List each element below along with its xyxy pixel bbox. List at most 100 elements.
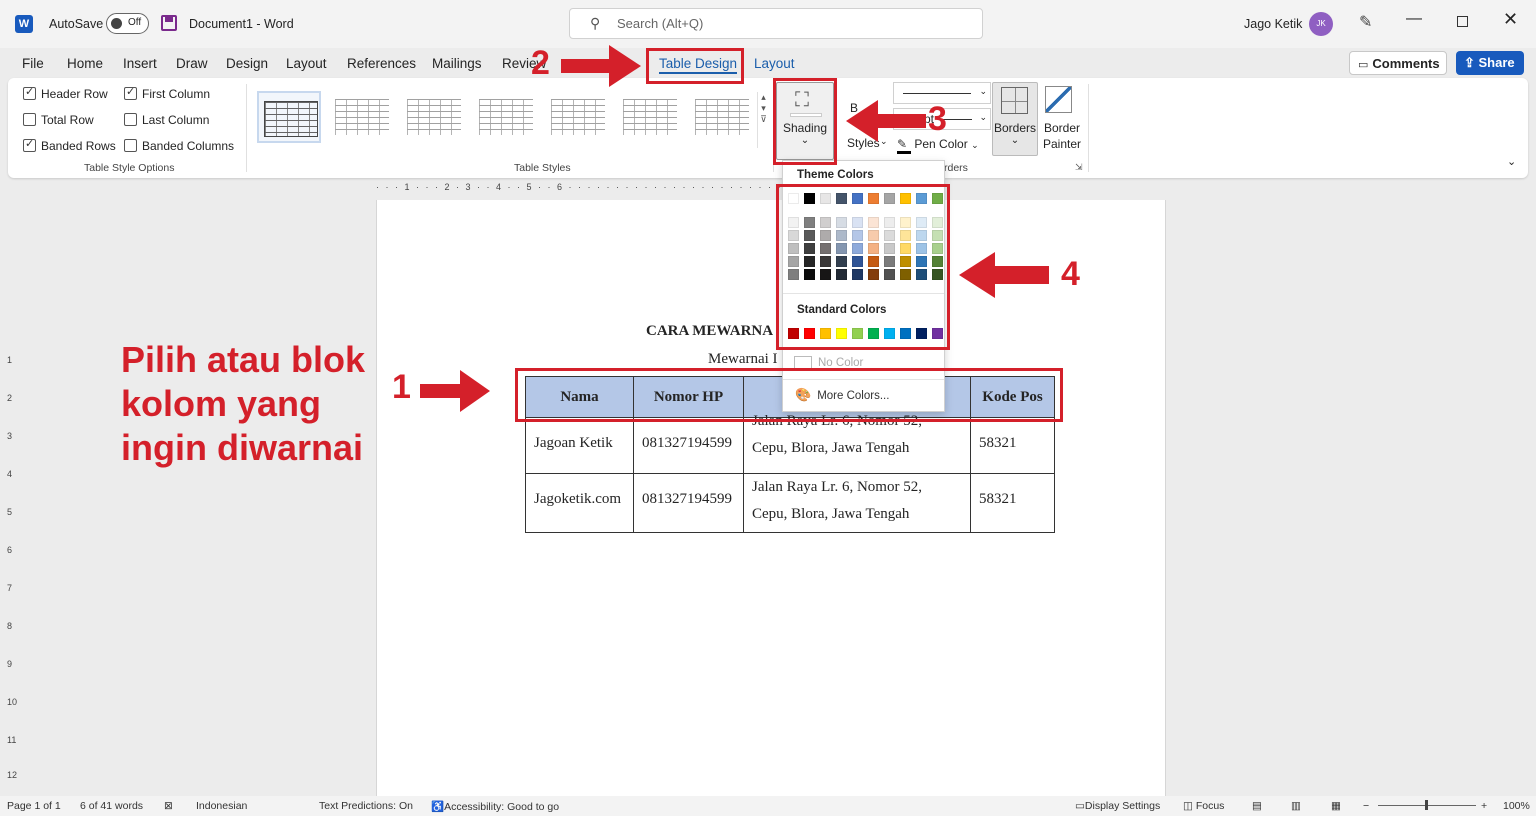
search-placeholder: Search (Alt+Q) — [617, 16, 704, 31]
first-column-label: First Column — [142, 87, 211, 101]
read-mode-icon[interactable]: ▤ — [1252, 800, 1262, 812]
table-cell[interactable]: Jalan Raya Lr. 6, Nomor 52, Cepu, Blora, … — [743, 413, 971, 474]
arrow-right-icon — [561, 45, 641, 87]
status-bar: Page 1 of 1 6 of 41 words ⊠ Indonesian T… — [0, 796, 1536, 816]
tab-design[interactable]: Design — [226, 56, 268, 71]
highlight-header-row — [515, 368, 1063, 422]
tab-draw[interactable]: Draw — [176, 56, 208, 71]
table-style-thumbnail[interactable] — [257, 91, 321, 143]
document-subheading: Mewarnai I — [708, 351, 778, 367]
highlight-table-design — [646, 48, 744, 84]
comments-button[interactable]: ▭ Comments — [1349, 51, 1447, 75]
checkbox-box — [23, 137, 36, 152]
step-number-2: 2 — [531, 44, 550, 82]
arrow-left-icon — [959, 252, 1049, 298]
style-preview — [479, 99, 533, 135]
style-preview — [551, 99, 605, 135]
tab-table-layout[interactable]: Layout — [754, 56, 795, 71]
chevron-down-icon: ⌄ — [971, 140, 979, 150]
table-style-thumbnail[interactable] — [330, 91, 394, 143]
table-cell[interactable]: Jagoan Ketik — [525, 417, 634, 474]
border-painter-label: Border Painter — [1042, 121, 1082, 151]
banded-columns-label: Banded Columns — [142, 139, 235, 153]
proofing-icon[interactable]: ⊠ — [164, 800, 173, 812]
maximize-button[interactable] — [1457, 16, 1468, 27]
instruction-text: Pilih atau blok kolom yang ingin diwarna… — [121, 339, 366, 468]
zoom-level[interactable]: 100% — [1503, 800, 1530, 812]
table-style-thumbnail[interactable] — [690, 91, 754, 143]
tab-references[interactable]: References — [347, 56, 416, 71]
table-row[interactable]: Jagoan Ketik 081327194599 Jalan Raya Lr.… — [525, 413, 1055, 474]
autosave-toggle[interactable]: Off — [106, 13, 149, 34]
table-cell[interactable]: 58321 — [970, 473, 1055, 533]
print-layout-icon[interactable]: ▥ — [1291, 800, 1301, 812]
chevron-down-icon: ⌄ — [979, 86, 987, 96]
arrow-right-icon — [420, 370, 490, 412]
page-count[interactable]: Page 1 of 1 — [7, 800, 61, 812]
ribbon-collapse-icon[interactable]: ⌄ — [1507, 155, 1516, 168]
horizontal-ruler: · · · 1 · · · 2 · 3 · · 4 · · 5 · · 6 · … — [376, 182, 943, 192]
tab-insert[interactable]: Insert — [123, 56, 157, 71]
border-painter-icon — [1045, 86, 1072, 113]
tab-home[interactable]: Home — [67, 56, 103, 71]
zoom-in-icon[interactable]: + — [1481, 800, 1487, 812]
table-style-thumbnail[interactable] — [402, 91, 466, 143]
borders-button[interactable]: Borders ⌄ — [992, 82, 1038, 156]
autosave-label: AutoSave — [49, 17, 104, 31]
table-cell[interactable]: 081327194599 — [633, 417, 744, 474]
group-divider — [246, 84, 247, 172]
last-column-label: Last Column — [142, 113, 210, 127]
monitor-icon: ▭ — [1075, 800, 1085, 812]
borders-group-label: rders — [944, 162, 968, 174]
table-style-thumbnail[interactable] — [546, 91, 610, 143]
close-button[interactable]: ✕ — [1503, 9, 1518, 30]
dialog-launcher-icon[interactable]: ⇲ — [1075, 162, 1083, 173]
pen-icon[interactable]: ✎ — [1359, 12, 1372, 32]
share-label: Share — [1478, 55, 1515, 70]
table-cell[interactable]: Jagoketik.com — [525, 473, 634, 533]
border-painter-button[interactable]: Border Painter — [1040, 82, 1082, 156]
table-cell[interactable]: 081327194599 — [633, 473, 744, 533]
zoom-slider-handle[interactable] — [1425, 800, 1428, 810]
group-divider — [1088, 84, 1089, 172]
language[interactable]: Indonesian — [196, 800, 247, 812]
search-input[interactable]: ⚲ Search (Alt+Q) — [569, 8, 983, 39]
display-settings[interactable]: ▭Display Settings — [1075, 800, 1160, 812]
highlight-color-palette — [776, 184, 950, 350]
table-style-thumbnail[interactable] — [618, 91, 682, 143]
style-preview — [335, 99, 389, 135]
accessibility-status[interactable]: ♿Accessibility: Good to go — [431, 800, 559, 813]
title-bar: W AutoSave Off Document1 - Word ⚲ Search… — [0, 0, 1536, 48]
tab-file[interactable]: File — [22, 56, 44, 71]
word-count[interactable]: 6 of 41 words — [80, 800, 143, 812]
total-row-label: Total Row — [41, 113, 94, 127]
gallery-scroll-buttons[interactable]: ▴ ▾ ⊽ — [757, 92, 769, 148]
table-cell[interactable]: 58321 — [970, 417, 1055, 474]
autosave-state: Off — [128, 17, 142, 28]
theme-colors-label: Theme Colors — [797, 169, 874, 181]
zoom-out-icon[interactable]: − — [1363, 800, 1369, 812]
save-icon[interactable] — [161, 15, 177, 31]
focus-mode[interactable]: ◫ Focus — [1183, 800, 1224, 812]
accessibility-icon: ♿ — [431, 801, 445, 813]
search-icon: ⚲ — [590, 15, 601, 31]
user-name[interactable]: Jago Ketik — [1244, 17, 1302, 31]
borders-label: Borders — [993, 121, 1037, 135]
avatar[interactable]: JK — [1309, 12, 1333, 36]
borders-icon — [1001, 87, 1028, 114]
checkbox-box — [124, 139, 137, 152]
table-style-thumbnail[interactable] — [474, 91, 538, 143]
tab-mailings[interactable]: Mailings — [432, 56, 482, 71]
table-cell[interactable]: Jalan Raya Lr. 6, Nomor 52, Cepu, Blora, … — [743, 473, 971, 533]
style-preview — [695, 99, 749, 135]
focus-icon: ◫ — [1183, 800, 1196, 812]
minimize-button[interactable]: — — [1406, 10, 1422, 28]
table-row[interactable]: Jagoketik.com 081327194599 Jalan Raya Lr… — [525, 473, 1055, 533]
web-layout-icon[interactable]: ▦ — [1331, 800, 1341, 812]
highlight-shading — [773, 78, 837, 165]
checkbox-box — [124, 85, 137, 100]
text-predictions[interactable]: Text Predictions: On — [319, 800, 413, 812]
tab-layout[interactable]: Layout — [286, 56, 327, 71]
arrow-left-icon — [846, 100, 926, 142]
share-button[interactable]: ⇪ Share — [1456, 51, 1524, 75]
